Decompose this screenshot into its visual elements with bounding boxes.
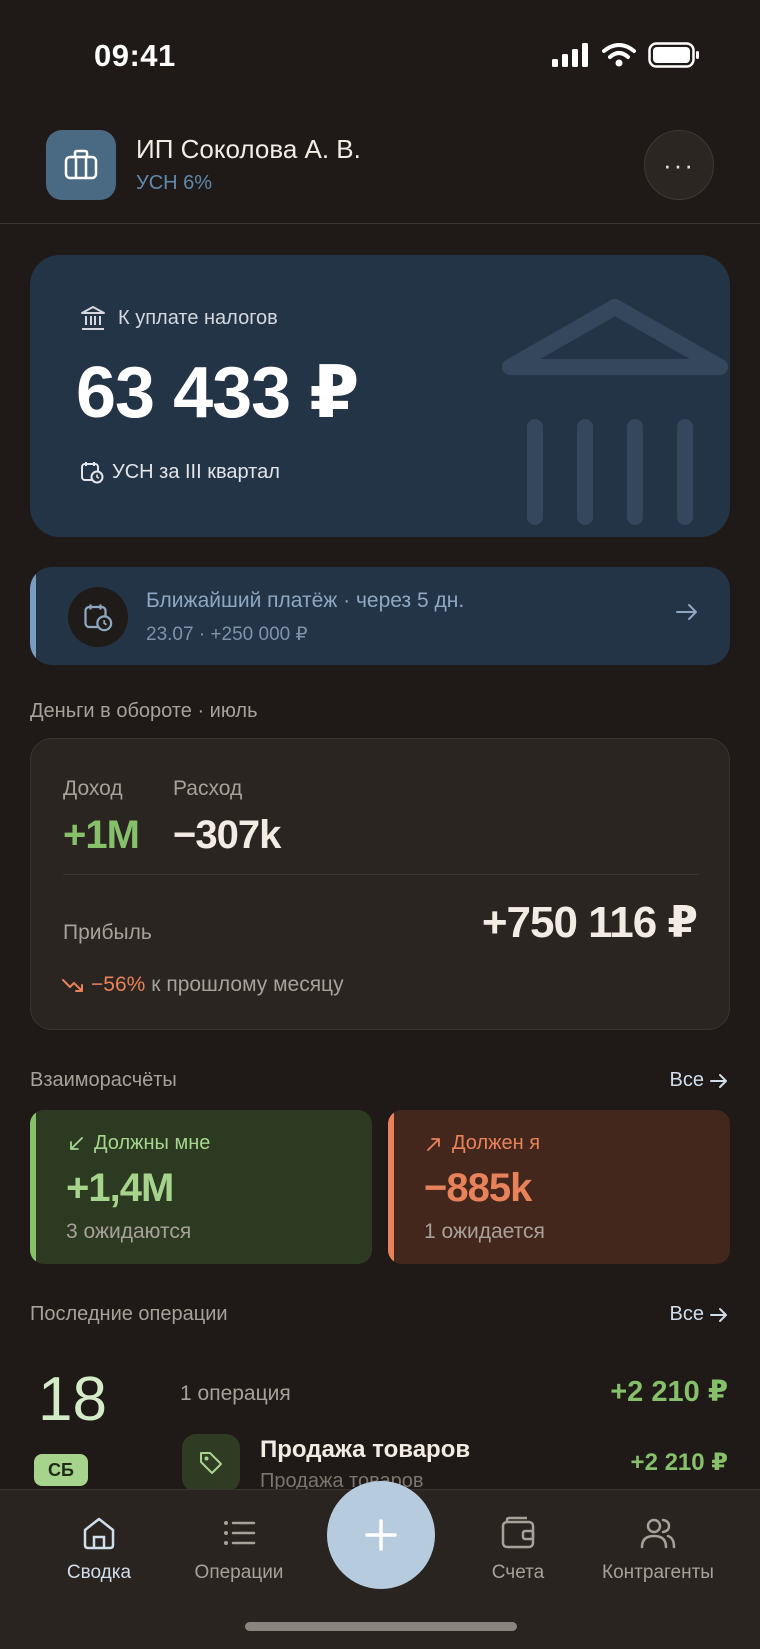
bank-decoration-icon (502, 299, 728, 525)
tab-operations[interactable]: Операции (164, 1514, 314, 1584)
org-name[interactable]: ИП Соколова А. В. (136, 134, 361, 165)
tab-accounts-label: Счета (491, 1562, 545, 1583)
i-owe-value: −885k (424, 1166, 532, 1210)
tax-label-text: К уплате налогов (118, 306, 278, 329)
day-number: 18 (38, 1365, 107, 1434)
status-bar: 09:41 (0, 0, 760, 110)
operations-all-link[interactable]: Все (670, 1303, 728, 1326)
profit-label: Прибыль (63, 921, 152, 944)
more-button[interactable]: ··· (644, 130, 714, 200)
wallet-icon (501, 1516, 535, 1549)
list-icon (224, 1521, 256, 1545)
tab-accounts[interactable]: Счета (443, 1514, 593, 1584)
arrow-right-icon (676, 604, 697, 620)
signal-icon (552, 43, 588, 67)
owed-to-me-header: Должны мне (68, 1132, 210, 1155)
owed-to-me-stripe (30, 1110, 36, 1264)
i-owe-header: Должен я (426, 1132, 540, 1155)
more-icon: ··· (663, 149, 695, 180)
next-payment-icon-wrap (68, 587, 128, 647)
calendar-clock-icon (81, 462, 104, 484)
settlements-section-title: Взаиморасчёты (30, 1069, 177, 1091)
tax-period: УСН за III квартал (80, 460, 280, 484)
tag-icon (200, 1452, 222, 1474)
operations-count: 1 операция (180, 1382, 291, 1405)
next-payment-stripe (30, 567, 36, 665)
tax-amount: 63 433 ₽ (76, 353, 359, 433)
next-payment-banner[interactable]: Ближайший платёж · через 5 дн. 23.07 · +… (30, 567, 730, 665)
tab-operations-label: Операции (194, 1562, 284, 1583)
owed-to-me-sub: 3 ожидаются (66, 1220, 192, 1243)
i-owe-sub: 1 ожидается (424, 1220, 545, 1243)
tab-counterparties[interactable]: Контрагенты (583, 1514, 733, 1584)
arrow-up-right-icon (427, 1137, 440, 1151)
operations-section-title: Последние операции (30, 1303, 228, 1325)
owed-to-me-value: +1,4M (66, 1166, 174, 1210)
add-operation-button[interactable] (327, 1481, 435, 1589)
home-indicator[interactable] (245, 1622, 517, 1631)
briefcase-icon (64, 149, 98, 180)
operation-icon-wrap[interactable] (182, 1434, 240, 1492)
operation-title[interactable]: Продажа товаров (260, 1436, 470, 1464)
income-label: Доход (63, 777, 123, 800)
day-total: +2 210 ₽ (610, 1376, 728, 1408)
change-text: к прошлому месяцу (151, 973, 344, 996)
operation-amount: +2 210 ₽ (630, 1449, 728, 1476)
home-icon (83, 1517, 115, 1550)
money-card[interactable]: Доход +1M Расход −307k Прибыль +750 116 … (30, 738, 730, 1030)
owed-to-me-card[interactable]: Должны мне +1,4M 3 ожидаются (30, 1110, 372, 1264)
tax-regime-label: УСН 6% (136, 172, 213, 194)
bank-icon (81, 306, 105, 330)
status-time: 09:41 (94, 38, 176, 73)
tax-label: К уплате налогов (80, 305, 278, 331)
income-value: +1M (63, 813, 140, 857)
calendar-clock-icon (84, 604, 113, 632)
org-avatar[interactable] (46, 130, 116, 200)
i-owe-stripe (388, 1110, 394, 1264)
next-payment-subtitle: 23.07 · +250 000 ₽ (146, 624, 308, 645)
weekday-badge: СБ (34, 1454, 88, 1486)
status-icons (552, 42, 700, 68)
i-owe-label: Должен я (452, 1132, 541, 1154)
next-payment-title: Ближайший платёж · через 5 дн. (146, 589, 465, 612)
trend-down-icon (62, 979, 83, 992)
settlements-all-link[interactable]: Все (670, 1069, 728, 1092)
expense-value: −307k (173, 813, 281, 857)
tab-summary-label: Сводка (66, 1562, 132, 1583)
change-percent: −56% (91, 973, 146, 996)
tab-summary[interactable]: Сводка (24, 1514, 174, 1584)
tax-due-card[interactable]: К уплате налогов 63 433 ₽ УСН за III ква… (30, 255, 730, 537)
users-icon (640, 1518, 676, 1549)
settlements-all-label: Все (669, 1069, 704, 1091)
tax-period-text: УСН за III квартал (112, 460, 280, 483)
money-divider (63, 874, 699, 875)
owed-to-me-label: Должны мне (94, 1132, 211, 1154)
profit-value: +750 116 ₽ (481, 898, 698, 947)
arrow-right-icon (710, 1307, 727, 1322)
profit-change: −56% к прошлому месяцу (61, 973, 344, 997)
operations-all-label: Все (669, 1303, 704, 1325)
i-owe-card[interactable]: Должен я −885k 1 ожидается (388, 1110, 730, 1264)
tab-counterparties-label: Контрагенты (602, 1562, 714, 1583)
money-section-title: Деньги в обороте · июль (30, 700, 258, 722)
plus-icon (365, 1519, 397, 1551)
battery-icon (648, 42, 699, 68)
header: ИП Соколова А. В. УСН 6% ··· (0, 120, 760, 224)
expense-label: Расход (173, 777, 243, 800)
arrow-down-left-icon (70, 1136, 83, 1150)
arrow-right-icon (710, 1073, 727, 1088)
wifi-icon (602, 43, 636, 67)
